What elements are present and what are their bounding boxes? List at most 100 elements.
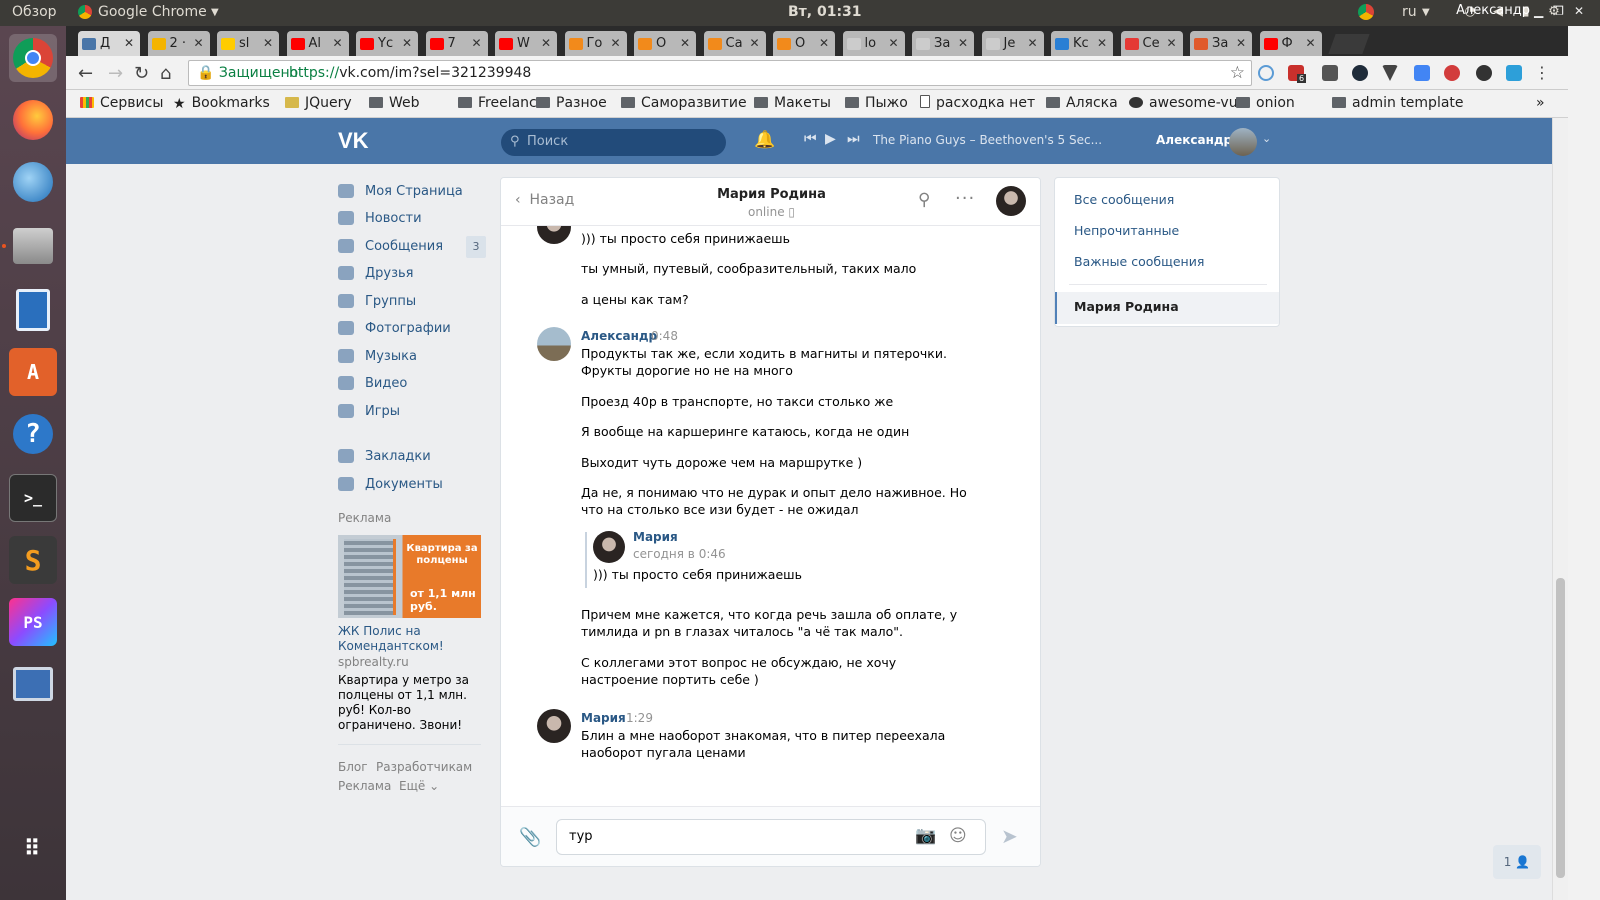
extension-pen-icon[interactable] <box>1506 65 1522 81</box>
nav-item-photos[interactable]: Фотографии <box>338 318 451 338</box>
bookmark-item[interactable]: Web <box>369 95 420 111</box>
tab-close-icon[interactable]: ✕ <box>1305 31 1315 56</box>
bookmark-item[interactable]: Аляска <box>1046 95 1118 111</box>
thunderbird-icon[interactable] <box>9 158 57 206</box>
message-time[interactable]: 1:29 <box>626 711 653 725</box>
nav-item-music[interactable]: Музыка <box>338 346 417 366</box>
writer-icon[interactable] <box>9 286 57 334</box>
nav-item-messages[interactable]: Сообщения <box>338 236 443 256</box>
clock[interactable]: Вт, 01:31 <box>788 4 862 20</box>
tab-close-icon[interactable]: ✕ <box>819 31 829 56</box>
filter-all-messages[interactable]: Все сообщения <box>1074 192 1174 207</box>
bookmark-item[interactable]: JQuery <box>285 95 352 111</box>
tab-close-icon[interactable]: ✕ <box>749 31 759 56</box>
browser-tab[interactable]: Д ✕ <box>78 31 140 56</box>
bookmark-item[interactable]: admin template <box>1332 95 1464 111</box>
chat-more-icon[interactable]: ··· <box>955 188 975 209</box>
extension-adblock-icon[interactable]: 6 <box>1288 65 1307 83</box>
tab-close-icon[interactable]: ✕ <box>1027 31 1037 56</box>
extension-vue-icon[interactable] <box>1382 65 1398 81</box>
home-icon[interactable]: ⌂ <box>160 63 171 84</box>
vk-search[interactable]: ⚲ <box>501 129 726 156</box>
help-icon[interactable]: ? <box>9 410 57 458</box>
tab-close-icon[interactable]: ✕ <box>1097 31 1107 56</box>
extension-github-icon[interactable] <box>1476 65 1492 81</box>
browser-tab[interactable]: Al ✕ <box>286 31 349 56</box>
tab-close-icon[interactable]: ✕ <box>124 31 134 56</box>
footer-dev-link[interactable]: Разработчикам <box>376 760 472 774</box>
terminal-icon[interactable]: >_ <box>9 474 57 522</box>
files-icon[interactable] <box>9 222 57 270</box>
forward-time[interactable]: сегодня в 0:46 <box>633 547 726 561</box>
firefox-icon[interactable] <box>9 96 57 144</box>
bookmark-item[interactable]: Пыжо <box>845 95 908 111</box>
attach-paperclip-icon[interactable]: 📎 <box>519 827 541 848</box>
chevron-down-icon[interactable]: ⌄ <box>1262 132 1271 145</box>
message-time[interactable]: 0:48 <box>651 329 678 343</box>
browser-tab[interactable]: sl ✕ <box>217 31 279 56</box>
message-author[interactable]: Мария <box>581 711 626 725</box>
nav-item-games[interactable]: Игры <box>338 401 400 421</box>
message-author[interactable]: Александр <box>581 329 657 343</box>
filter-unread[interactable]: Непрочитанные <box>1074 223 1179 238</box>
keyboard-caret-icon[interactable]: ▼ <box>1422 7 1430 18</box>
tab-close-icon[interactable]: ✕ <box>1166 31 1176 56</box>
tab-close-icon[interactable]: ✕ <box>1236 31 1246 56</box>
tab-close-icon[interactable]: ✕ <box>332 31 342 56</box>
ad-image[interactable]: Квартира за полцены от 1,1 млн руб. <box>338 535 481 618</box>
bookmark-item[interactable]: Саморазвитие <box>621 95 747 111</box>
active-app-name[interactable]: Google Chrome <box>98 4 207 20</box>
bookmark-item[interactable]: onion <box>1236 95 1295 111</box>
bookmark-item[interactable]: ★ Bookmarks <box>173 95 270 112</box>
extension-vpn-icon[interactable] <box>1258 65 1274 81</box>
browser-tab[interactable]: За ✕ <box>912 31 974 56</box>
profile-button[interactable]: Александр <box>1456 3 1530 18</box>
bookmarks-overflow-chevron-icon[interactable]: » <box>1536 95 1545 111</box>
notifications-bell-icon[interactable]: 🔔 <box>754 130 775 150</box>
tab-close-icon[interactable]: ✕ <box>680 31 690 56</box>
nav-item-my-page[interactable]: Моя Страница <box>338 181 463 201</box>
browser-tab[interactable]: lo ✕ <box>842 31 905 56</box>
nav-item-video[interactable]: Видео <box>338 373 407 393</box>
new-tab-button[interactable] <box>1328 34 1370 54</box>
remote-desktop-icon[interactable] <box>9 660 57 708</box>
tab-close-icon[interactable]: ✕ <box>610 31 620 56</box>
message-input-box[interactable]: 📷 ☺ <box>556 819 986 855</box>
vk-logo-icon[interactable]: VK <box>338 128 369 154</box>
window-controls[interactable]: ▁❐✕ <box>1534 4 1594 18</box>
bookmark-item[interactable]: Сервисы <box>80 95 163 111</box>
url-text[interactable]: https://vk.com/im?sel=321239948 <box>289 65 531 81</box>
chat-peer-avatar[interactable] <box>996 186 1026 216</box>
footer-blog-link[interactable]: Блог <box>338 760 368 774</box>
filter-important[interactable]: Важные сообщения <box>1074 254 1204 269</box>
reload-icon[interactable]: ↻ <box>134 63 149 84</box>
sublime-text-icon[interactable]: S <box>9 536 57 584</box>
tab-close-icon[interactable]: ✕ <box>471 31 481 56</box>
browser-tab[interactable]: Ф ✕ <box>1259 31 1322 56</box>
active-conversation-item[interactable]: Мария Родина <box>1055 292 1279 324</box>
tab-close-icon[interactable]: ✕ <box>541 31 551 56</box>
nav-item-bookmarks[interactable]: Закладки <box>338 446 431 466</box>
header-avatar[interactable] <box>1229 128 1257 156</box>
browser-tab[interactable]: 2 · ✕ <box>147 31 210 56</box>
tab-close-icon[interactable]: ✕ <box>193 31 203 56</box>
chat-search-icon[interactable]: ⚲ <box>918 190 930 210</box>
forward-author[interactable]: Мария <box>633 530 678 544</box>
next-track-icon[interactable]: ⏭ <box>847 131 860 147</box>
chrome-menu-icon[interactable]: ⋮ <box>1534 63 1550 82</box>
tab-close-icon[interactable]: ✕ <box>888 31 898 56</box>
app-menu-caret-icon[interactable]: ▼ <box>211 7 219 18</box>
message-input[interactable] <box>569 829 899 844</box>
back-arrow-icon[interactable]: ← <box>78 63 93 84</box>
bookmark-item[interactable]: Разное <box>536 95 607 111</box>
tab-close-icon[interactable]: ✕ <box>263 31 273 56</box>
nav-item-friends[interactable]: Друзья <box>338 263 414 283</box>
bookmark-item[interactable]: awesome-vue <box>1129 95 1246 111</box>
software-center-icon[interactable]: A <box>9 348 57 396</box>
avatar[interactable] <box>537 709 571 743</box>
bookmark-item[interactable]: Freelance <box>458 95 545 111</box>
bookmark-item[interactable]: Макеты <box>754 95 831 111</box>
browser-tab[interactable]: O ✕ <box>773 31 835 56</box>
phpstorm-icon[interactable]: PS <box>9 598 57 646</box>
ad-text[interactable]: Квартира у метро за полцены от 1,1 млн. … <box>338 673 488 733</box>
